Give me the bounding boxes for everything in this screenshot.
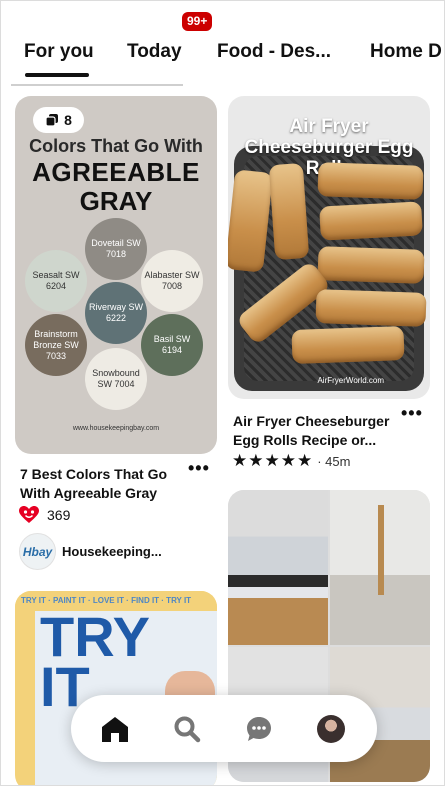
egg-roll (317, 162, 424, 200)
home-button[interactable] (95, 709, 135, 749)
kitchen-photo-detail (228, 575, 328, 587)
egg-roll (315, 289, 427, 327)
pin-egg-rolls[interactable]: Air Fryer Cheeseburger Egg Rolls AirFrye… (228, 96, 430, 399)
egg-roll (319, 201, 423, 241)
bottom-navigation (71, 695, 377, 762)
pin-author[interactable]: Hbay Housekeeping... (19, 533, 162, 570)
home-icon (102, 717, 128, 742)
pin-image-heading: Colors That Go With (29, 136, 203, 156)
more-options-button[interactable]: ••• (401, 403, 423, 424)
reaction-count: 369 (47, 507, 71, 523)
search-icon (174, 716, 201, 743)
pin-image-heading-bold: GRAY (79, 186, 153, 216)
pin-image-source: www.housekeepingbay.com (72, 425, 160, 432)
tab-food-desserts[interactable]: Food - Des... (217, 41, 331, 63)
egg-roll (317, 246, 425, 284)
pin-image-heading-bold: AGREEABLE (32, 157, 200, 187)
kitchen-photo-detail (228, 598, 328, 645)
color-swatch: Brainstorm Bronze SW 7033 (25, 314, 87, 376)
author-name: Housekeeping... (62, 544, 162, 559)
avatar (317, 715, 345, 743)
profile-button[interactable] (311, 709, 351, 749)
more-options-button[interactable]: ••• (188, 458, 210, 479)
board-count: 8 (64, 112, 72, 128)
heart-eyes-reaction-icon (19, 506, 39, 523)
cook-time: · 45m (317, 453, 351, 469)
pin-title[interactable]: 7 Best Colors That Go With Agreeable Gra… (20, 465, 180, 503)
messages-button[interactable] (239, 709, 279, 749)
stack-icon (45, 114, 59, 127)
tab-home-decor[interactable]: Home D (370, 41, 442, 63)
pin-agreeable-gray[interactable]: 8 Colors That Go With AGREEABLE GRAY Dov… (15, 96, 217, 454)
color-swatch: Riverway SW 6222 (85, 282, 147, 344)
notifications-badge: 99+ (182, 12, 213, 31)
rating-row: ★★★★★ · 45m (232, 451, 350, 471)
egg-roll (291, 326, 405, 364)
egg-roll (268, 162, 310, 261)
color-swatch: Seasalt SW 6204 (25, 250, 87, 312)
color-swatch: Alabaster SW 7008 (141, 250, 203, 312)
tab-today[interactable]: Today (127, 41, 182, 63)
search-button[interactable] (167, 709, 207, 749)
reactions[interactable]: 369 (19, 506, 70, 524)
tab-for-you[interactable]: For you (24, 41, 94, 63)
chat-bubble-icon (247, 717, 271, 741)
color-swatch: Snowbound SW 7004 (85, 348, 147, 410)
tabs-scroll-track (11, 84, 183, 86)
app-frame: For you Today Food - Des... Home D 8 Col… (0, 0, 445, 786)
active-tab-indicator (25, 73, 89, 77)
color-swatch: Basil SW 6194 (141, 314, 203, 376)
pin-image-watermark: AirFryerWorld.com (317, 376, 384, 385)
board-count-badge: 8 (33, 107, 84, 133)
color-swatch: Dovetail SW 7018 (85, 218, 147, 280)
star-rating-icon: ★★★★★ (232, 451, 314, 470)
pin-title[interactable]: Air Fryer Cheeseburger Egg Rolls Recipe … (233, 412, 393, 450)
author-avatar: Hbay (19, 533, 56, 570)
kitchen-photo-detail (378, 505, 384, 595)
